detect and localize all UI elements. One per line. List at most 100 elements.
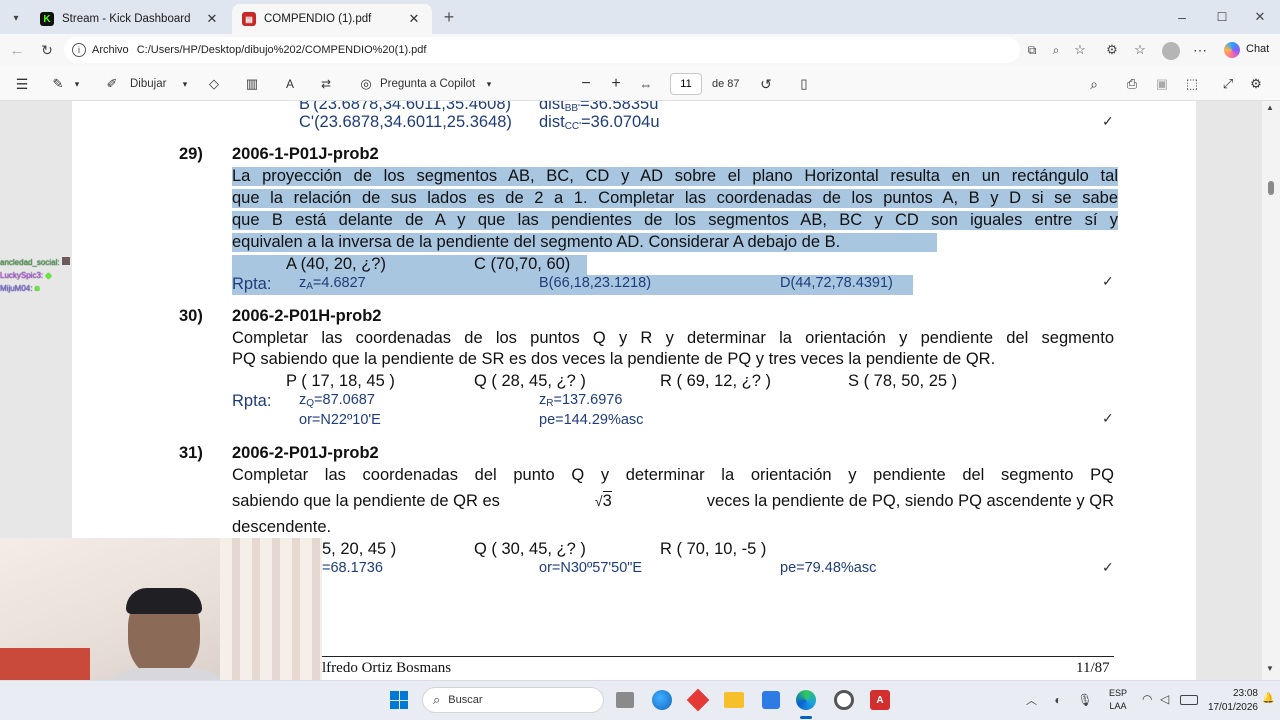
page-number-input[interactable] bbox=[670, 73, 702, 95]
answer-orientation: or=N30º57'50"E bbox=[539, 560, 643, 576]
draw-button[interactable]: Dibujar bbox=[130, 74, 166, 94]
stream-chat-overlay: ancledad_social: LuckySpic3: ◆ MijuM04: … bbox=[0, 256, 90, 300]
maximize-icon[interactable]: ☐ bbox=[1212, 8, 1232, 26]
answer-zr: zR=137.6976 bbox=[539, 392, 623, 409]
obs-app-icon[interactable] bbox=[834, 690, 854, 710]
language-code: ESP bbox=[1108, 688, 1127, 698]
address-url: C:/Users/HP/Desktop/dibujo%202/COMPENDIO… bbox=[136, 44, 427, 56]
new-tab-icon[interactable]: + bbox=[440, 7, 458, 27]
search-icon[interactable]: ⌕ bbox=[1086, 74, 1102, 94]
point-s: S ( 78, 50, 25 ) bbox=[848, 372, 958, 390]
battery-icon[interactable] bbox=[1180, 695, 1198, 705]
start-windows-icon[interactable] bbox=[390, 691, 408, 709]
point-c: C (70,70, 60) bbox=[474, 255, 571, 273]
fullscreen-icon[interactable]: ⤢ bbox=[1220, 74, 1236, 94]
tab-kick-dashboard[interactable]: K Stream - Kick Dashboard ✕ bbox=[30, 4, 230, 34]
eraser-icon[interactable]: ◇ bbox=[206, 74, 222, 94]
draw-icon[interactable]: ✐ bbox=[104, 74, 120, 94]
page-total: de 87 bbox=[712, 78, 740, 90]
tab-compendio-pdf[interactable]: ▤ COMPENDIO (1).pdf ✕ bbox=[232, 4, 432, 34]
favorite-star-icon[interactable]: ☆ bbox=[1072, 42, 1088, 58]
store-icon[interactable] bbox=[762, 691, 780, 709]
translate-icon[interactable]: ⧉ bbox=[1024, 42, 1040, 58]
more-menu-icon[interactable]: ⋯ bbox=[1192, 42, 1208, 58]
copilot-icon[interactable] bbox=[1224, 42, 1240, 58]
save-icon[interactable]: ▣ bbox=[1154, 74, 1170, 94]
scroll-up-icon[interactable]: ▲ bbox=[1266, 103, 1274, 112]
point-p: P ( 17, 18, 45 ) bbox=[286, 372, 395, 390]
answer-d: D(44,72,78.4391) bbox=[780, 275, 893, 291]
scroll-down-icon[interactable]: ▼ bbox=[1266, 664, 1274, 673]
tray-app-icon[interactable]: ◐ bbox=[1050, 692, 1066, 708]
translate-pdf-icon[interactable]: ⇄ bbox=[318, 74, 334, 94]
red-app-icon[interactable] bbox=[686, 688, 710, 712]
notification-bell-icon[interactable]: 🔔 bbox=[1262, 693, 1274, 704]
footer-rule bbox=[322, 656, 1114, 657]
highlight-icon[interactable]: ✎ bbox=[50, 74, 66, 94]
file-explorer-icon[interactable] bbox=[724, 692, 744, 708]
ask-copilot-button[interactable]: Pregunta a Copilot bbox=[380, 74, 475, 94]
contents-icon[interactable]: ☰ bbox=[14, 74, 30, 94]
chat-label[interactable]: Chat bbox=[1246, 43, 1269, 55]
info-icon: i bbox=[72, 43, 86, 57]
draw-dropdown-icon[interactable]: ▾ bbox=[180, 74, 190, 94]
text-view-icon[interactable]: ▥ bbox=[244, 74, 260, 94]
extensions-icon[interactable]: ⚙ bbox=[1104, 42, 1120, 58]
chat-user: MijuM04: ■ bbox=[0, 284, 40, 293]
volume-icon[interactable]: ◁ bbox=[1160, 692, 1169, 706]
highlight-dropdown-icon[interactable]: ▾ bbox=[72, 74, 82, 94]
address-bar[interactable]: i Archivo C:/Users/HP/Desktop/dibujo%202… bbox=[64, 37, 1086, 63]
webcam-person-hair bbox=[126, 588, 202, 614]
dist-cc: distCC'=36.0704u bbox=[539, 113, 660, 132]
vertical-scrollbar[interactable]: ▲ ▼ bbox=[1262, 101, 1280, 680]
microphone-icon[interactable]: 🎙 bbox=[1077, 692, 1092, 708]
profile-avatar[interactable] bbox=[1162, 42, 1180, 60]
close-tab-icon[interactable]: ✕ bbox=[406, 11, 422, 27]
copilot-dropdown-icon[interactable]: ▾ bbox=[484, 74, 494, 94]
problem-text-line: descendente. bbox=[232, 518, 332, 536]
tab-actions-chevron-icon[interactable]: ▾ bbox=[8, 10, 24, 26]
minimize-icon[interactable]: – bbox=[1172, 8, 1192, 26]
task-view-icon[interactable] bbox=[616, 692, 634, 708]
read-aloud-icon[interactable]: A bbox=[282, 74, 298, 94]
point-r: R ( 70, 10, -5 ) bbox=[660, 540, 767, 558]
copilot-ask-icon[interactable]: ◎ bbox=[358, 74, 374, 94]
favorites-icon[interactable]: ☆ bbox=[1132, 42, 1148, 58]
wifi-icon[interactable]: ◠ bbox=[1142, 692, 1152, 706]
tab-bar: ▾ K Stream - Kick Dashboard ✕ ▤ COMPENDI… bbox=[0, 0, 1280, 34]
problem-text-line: La proyección de los segmentos AB, BC, C… bbox=[232, 167, 1118, 186]
chat-user: ancledad_social: bbox=[0, 256, 90, 269]
check-mark: ✓ bbox=[1102, 559, 1114, 575]
clock-time: 23:08 bbox=[1232, 688, 1258, 699]
save-as-icon[interactable]: ⬚ bbox=[1184, 74, 1200, 94]
zoom-icon[interactable]: ⌕ bbox=[1048, 42, 1064, 58]
page-view-icon[interactable]: ▯ bbox=[796, 74, 812, 94]
show-hidden-icons-chevron[interactable]: ︿ bbox=[1026, 692, 1037, 708]
rpta-label: Rpta: bbox=[232, 392, 272, 410]
print-icon[interactable]: ⎙ bbox=[1124, 74, 1140, 94]
problem-text-line: PQ sabiendo que la pendiente de SR es do… bbox=[232, 350, 996, 368]
taskbar-search[interactable]: ⌕ Buscar bbox=[422, 687, 604, 713]
active-app-indicator bbox=[800, 716, 812, 719]
close-tab-icon[interactable]: ✕ bbox=[204, 11, 220, 27]
rotate-icon[interactable]: ↺ bbox=[758, 74, 774, 94]
weather-app-icon[interactable] bbox=[652, 690, 672, 710]
problem-number: 31) bbox=[179, 444, 203, 462]
pdf-icon: ▤ bbox=[242, 12, 256, 26]
point-q: Q ( 28, 45, ¿? ) bbox=[474, 372, 586, 390]
refresh-icon[interactable]: ↻ bbox=[38, 42, 56, 58]
scroll-thumb[interactable] bbox=[1268, 181, 1274, 195]
fit-page-icon[interactable]: ⇔ bbox=[638, 74, 654, 94]
pdf-app-icon[interactable]: A bbox=[870, 690, 890, 710]
search-placeholder: Buscar bbox=[448, 694, 483, 706]
clock[interactable]: 23:08 17/01/2026 bbox=[1206, 687, 1258, 715]
language-indicator[interactable]: ESP LAA bbox=[1106, 687, 1130, 713]
close-window-icon[interactable]: ✕ bbox=[1250, 8, 1270, 26]
settings-icon[interactable]: ⚙ bbox=[1248, 74, 1264, 94]
zoom-out-icon[interactable]: − bbox=[578, 74, 594, 94]
back-icon[interactable]: ← bbox=[8, 42, 26, 59]
edge-browser-icon[interactable] bbox=[796, 690, 816, 710]
keyboard-region: LAA bbox=[1109, 701, 1127, 711]
zoom-in-icon[interactable]: + bbox=[608, 74, 624, 94]
problem-text-line: que B está delante de A y que las pendie… bbox=[232, 211, 1118, 230]
